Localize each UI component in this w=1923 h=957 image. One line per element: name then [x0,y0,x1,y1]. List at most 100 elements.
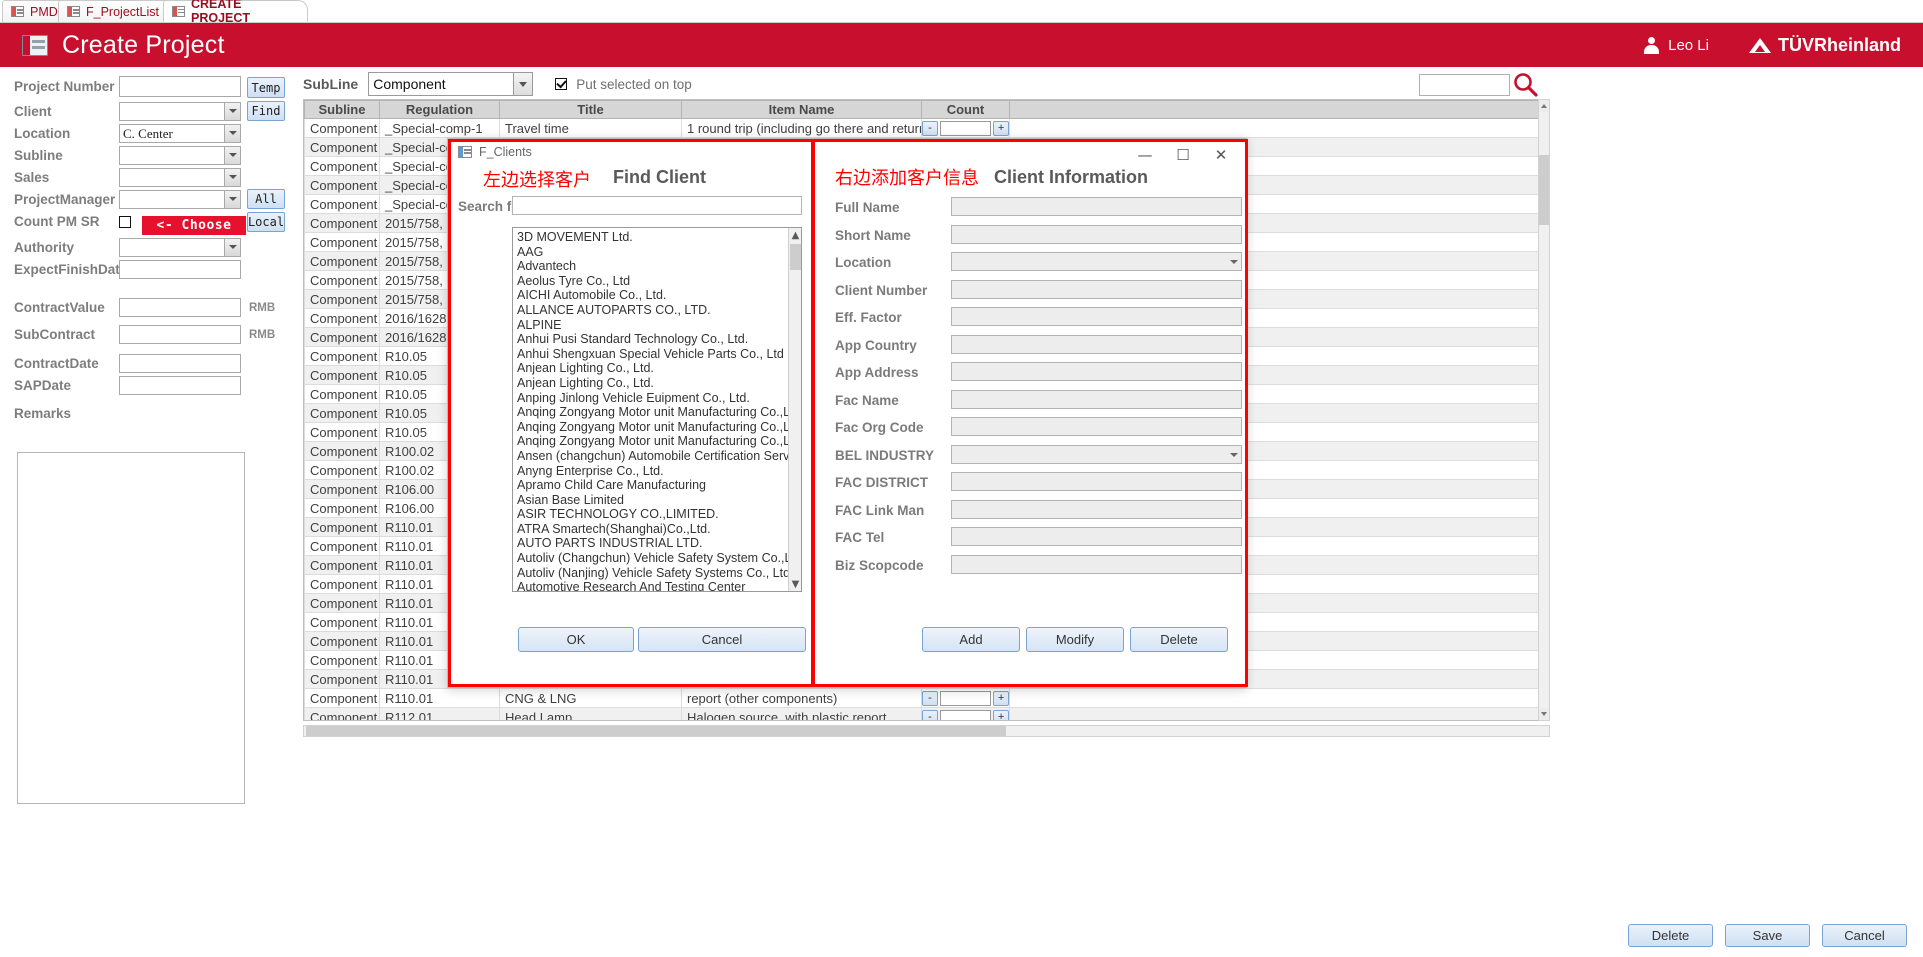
list-item[interactable]: AUTO PARTS INDUSTRIAL LTD. [517,536,801,551]
search-icon[interactable] [1513,72,1539,98]
client-listbox[interactable]: 3D MOVEMENT Ltd. AAG Advantech Aeolus Tyre … [512,227,802,592]
short-name-input[interactable] [951,224,1242,244]
location-select[interactable]: C. Center [119,124,241,143]
minimize-icon[interactable]: — [1126,144,1164,166]
temp-button[interactable]: Temp [247,77,285,98]
decrement-button[interactable]: - [922,709,938,720]
increment-button[interactable]: + [993,709,1009,720]
list-item[interactable]: Anyng Enterprise Co., Ltd. [517,464,801,479]
list-item[interactable]: Apramo Child Care Manufacturing [517,478,801,493]
list-item[interactable]: Autoliv (Nanjing) Vehicle Safety Systems… [517,566,801,581]
scroll-down-icon[interactable] [1539,708,1549,720]
table-row[interactable]: Component R110.01 CNG & LNG report (other c… [304,688,1548,708]
col-item-name[interactable]: Item Name [681,100,922,119]
fac-tel-input[interactable] [951,527,1242,546]
count-input[interactable] [939,120,992,136]
table-row[interactable]: Component _Special-comp-1 Travel time 1 rou… [304,118,1548,138]
decrement-button[interactable]: - [922,120,938,136]
location-select[interactable] [951,252,1242,271]
all-button[interactable]: All [247,189,285,209]
fac-link-man-input[interactable] [951,499,1242,519]
scroll-up-icon[interactable] [1539,100,1549,112]
list-item[interactable]: Anjean Lighting Co., Ltd. [517,361,801,376]
scroll-down-icon[interactable]: ▼ [789,577,801,591]
list-item[interactable]: Advantech [517,259,801,274]
increment-button[interactable]: + [993,690,1009,706]
fac-district-input[interactable] [951,472,1242,491]
put-selected-on-top-group[interactable]: Put selected on top [555,77,692,92]
grid-vertical-scrollbar[interactable] [1538,99,1550,721]
scroll-thumb[interactable] [1539,155,1549,225]
eff-factor-input[interactable] [951,307,1242,326]
ok-button[interactable]: OK [518,627,634,652]
client-search-input[interactable] [512,196,802,215]
col-regulation[interactable]: Regulation [379,100,500,119]
decrement-button[interactable]: - [922,690,938,706]
increment-button[interactable]: + [993,120,1009,136]
count-input[interactable] [939,690,992,706]
list-item[interactable]: Anhui Shengxuan Special Vehicle Parts Co… [517,347,801,362]
contract-date-input[interactable] [119,354,241,373]
col-subline[interactable]: Subline [304,100,380,119]
client-list-scrollbar[interactable]: ▲ ▼ [788,228,801,591]
dialog-cancel-button[interactable]: Cancel [638,627,806,652]
list-item[interactable]: Anhui Pusi Standard Technology Co., Ltd. [517,332,801,347]
add-client-button[interactable]: Add [922,627,1020,652]
client-number-input[interactable] [951,279,1242,299]
list-item[interactable]: Aeolus Tyre Co., Ltd [517,274,801,289]
count-input[interactable] [939,709,992,720]
remarks-textarea[interactable] [17,452,245,804]
authority-select[interactable] [119,238,241,257]
sap-date-input[interactable] [119,376,241,395]
maximize-icon[interactable]: ☐ [1164,144,1202,166]
modify-client-button[interactable]: Modify [1026,627,1124,652]
col-count[interactable]: Count [921,100,1010,119]
table-row[interactable]: Component R112.01 Head Lamp Halogen source,… [304,707,1548,720]
list-item[interactable]: Automotive Research And Testing Center [517,580,801,591]
scroll-thumb[interactable] [306,726,1006,736]
list-item[interactable]: Anqing Zongyang Motor unit Manufacturing… [517,420,801,435]
scroll-up-icon[interactable]: ▲ [789,228,801,242]
list-item[interactable]: Ansen (changchun) Automobile Certificati… [517,449,801,464]
subline-filter-select[interactable]: Component [368,72,534,96]
list-item[interactable]: Anqing Zongyang Motor unit Manufacturing… [517,434,801,449]
list-item[interactable]: Anping Jinlong Vehicle Euipment Co., Ltd… [517,391,801,406]
close-icon[interactable]: ✕ [1202,144,1240,166]
user-account[interactable]: Leo Li [1643,36,1709,54]
delete-button[interactable]: Delete [1628,924,1713,947]
tab-create-project[interactable]: CREATE PROJECT [163,0,308,25]
project-number-input[interactable] [119,76,241,97]
app-country-input[interactable] [951,334,1242,354]
search-input[interactable] [1419,74,1510,96]
choose-button[interactable]: <- Choose [142,216,246,235]
count-pm-sr-checkbox[interactable] [119,215,131,228]
list-item[interactable]: ATRA Smartech(Shanghai)Co.,Ltd. [517,522,801,537]
list-item[interactable]: ASIR TECHNOLOGY CO.,LIMITED. [517,507,801,522]
col-title[interactable]: Title [499,100,682,119]
f-clients-dialog[interactable]: F_Clients — ☐ ✕ 左边选择客户 Find Client Searc… [447,138,1248,688]
subcontract-input[interactable] [119,325,241,344]
find-button[interactable]: Find [247,101,285,121]
app-address-input[interactable] [951,362,1242,381]
sales-select[interactable] [119,168,241,187]
full-name-input[interactable] [951,197,1242,216]
list-item[interactable]: AAG [517,245,801,260]
biz-scopcode-input[interactable] [951,554,1242,574]
scroll-thumb[interactable] [790,244,801,270]
list-item[interactable]: Anqing Zongyang Motor unit Manufacturing… [517,405,801,420]
list-item[interactable]: ALLANCE AUTOPARTS CO., LTD. [517,303,801,318]
bel-industry-select[interactable] [951,444,1242,464]
contract-value-input[interactable] [119,298,241,317]
list-item[interactable]: Asian Base Limited [517,493,801,508]
list-item[interactable]: Anjean Lighting Co., Ltd. [517,376,801,391]
list-item[interactable]: 3D MOVEMENT Ltd. [517,230,801,245]
expect-finish-date-input[interactable] [119,260,241,279]
list-item[interactable]: ALPINE [517,318,801,333]
fac-name-input[interactable] [951,389,1242,409]
client-select[interactable] [119,102,241,121]
save-button[interactable]: Save [1725,924,1810,947]
list-item[interactable]: Autoliv (Changchun) Vehicle Safety Syste… [517,551,801,566]
list-item[interactable]: AICHI Automobile Co., Ltd. [517,288,801,303]
fac-org-code-input[interactable] [951,417,1242,436]
subline-select[interactable] [119,146,241,165]
